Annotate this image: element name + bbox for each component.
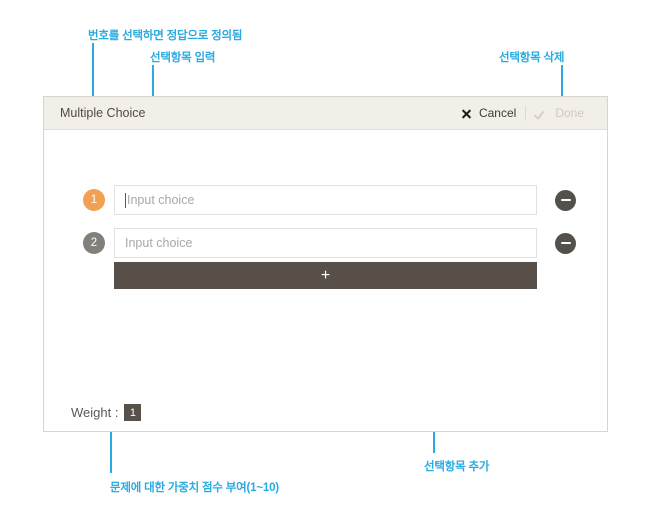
choice-input-2-placeholder: Input choice <box>125 236 193 250</box>
done-button-label: Done <box>555 106 584 120</box>
dialog-body: 1 Input choice 2 Input choice + Weight:… <box>44 130 607 432</box>
text-caret <box>125 192 126 208</box>
weight-label: Weight : <box>71 405 119 420</box>
add-choice-button[interactable]: + <box>114 262 537 289</box>
choice-input-1-placeholder: Input choice <box>127 193 195 207</box>
cancel-button-label: Cancel <box>478 106 517 120</box>
weight-value[interactable]: 1 <box>124 404 142 421</box>
annotation-weight-score: 문제에 대한 가중치 점수 부여(1~10) <box>110 482 279 494</box>
choice-row: 2 Input choice <box>44 228 607 258</box>
check-icon <box>535 108 548 119</box>
minus-icon <box>560 242 571 244</box>
cancel-button[interactable]: Cancel <box>452 106 525 120</box>
dialog-actions: Cancel Done <box>452 97 593 129</box>
annotation-choice-delete: 선택항목 삭제 <box>499 52 565 64</box>
annotation-choice-input: 선택항목 입력 <box>150 52 216 64</box>
remove-choice-button-2[interactable] <box>555 232 576 254</box>
choice-input-2[interactable]: Input choice <box>114 228 537 258</box>
annotation-choice-add: 선택항목 추가 <box>424 461 490 473</box>
multiple-choice-dialog: Multiple Choice Cancel Done 1 Input choi… <box>43 96 608 432</box>
close-icon <box>461 108 472 119</box>
done-button[interactable]: Done <box>526 106 593 120</box>
annotation-answer-define: 번호를 선택하면 정답으로 정의됨 <box>88 30 243 42</box>
weight-row: Weight : 1 <box>71 404 142 421</box>
dialog-title: Multiple Choice <box>60 106 146 120</box>
remove-choice-button-1[interactable] <box>555 189 576 211</box>
plus-icon: + <box>320 266 331 284</box>
choice-number-badge-2[interactable]: 2 <box>83 232 105 254</box>
choice-row: 1 Input choice <box>44 185 607 215</box>
choice-number-badge-1[interactable]: 1 <box>83 189 105 211</box>
choice-input-1[interactable]: Input choice <box>114 185 537 215</box>
dialog-titlebar: Multiple Choice Cancel Done <box>44 97 607 130</box>
minus-icon <box>560 199 571 201</box>
